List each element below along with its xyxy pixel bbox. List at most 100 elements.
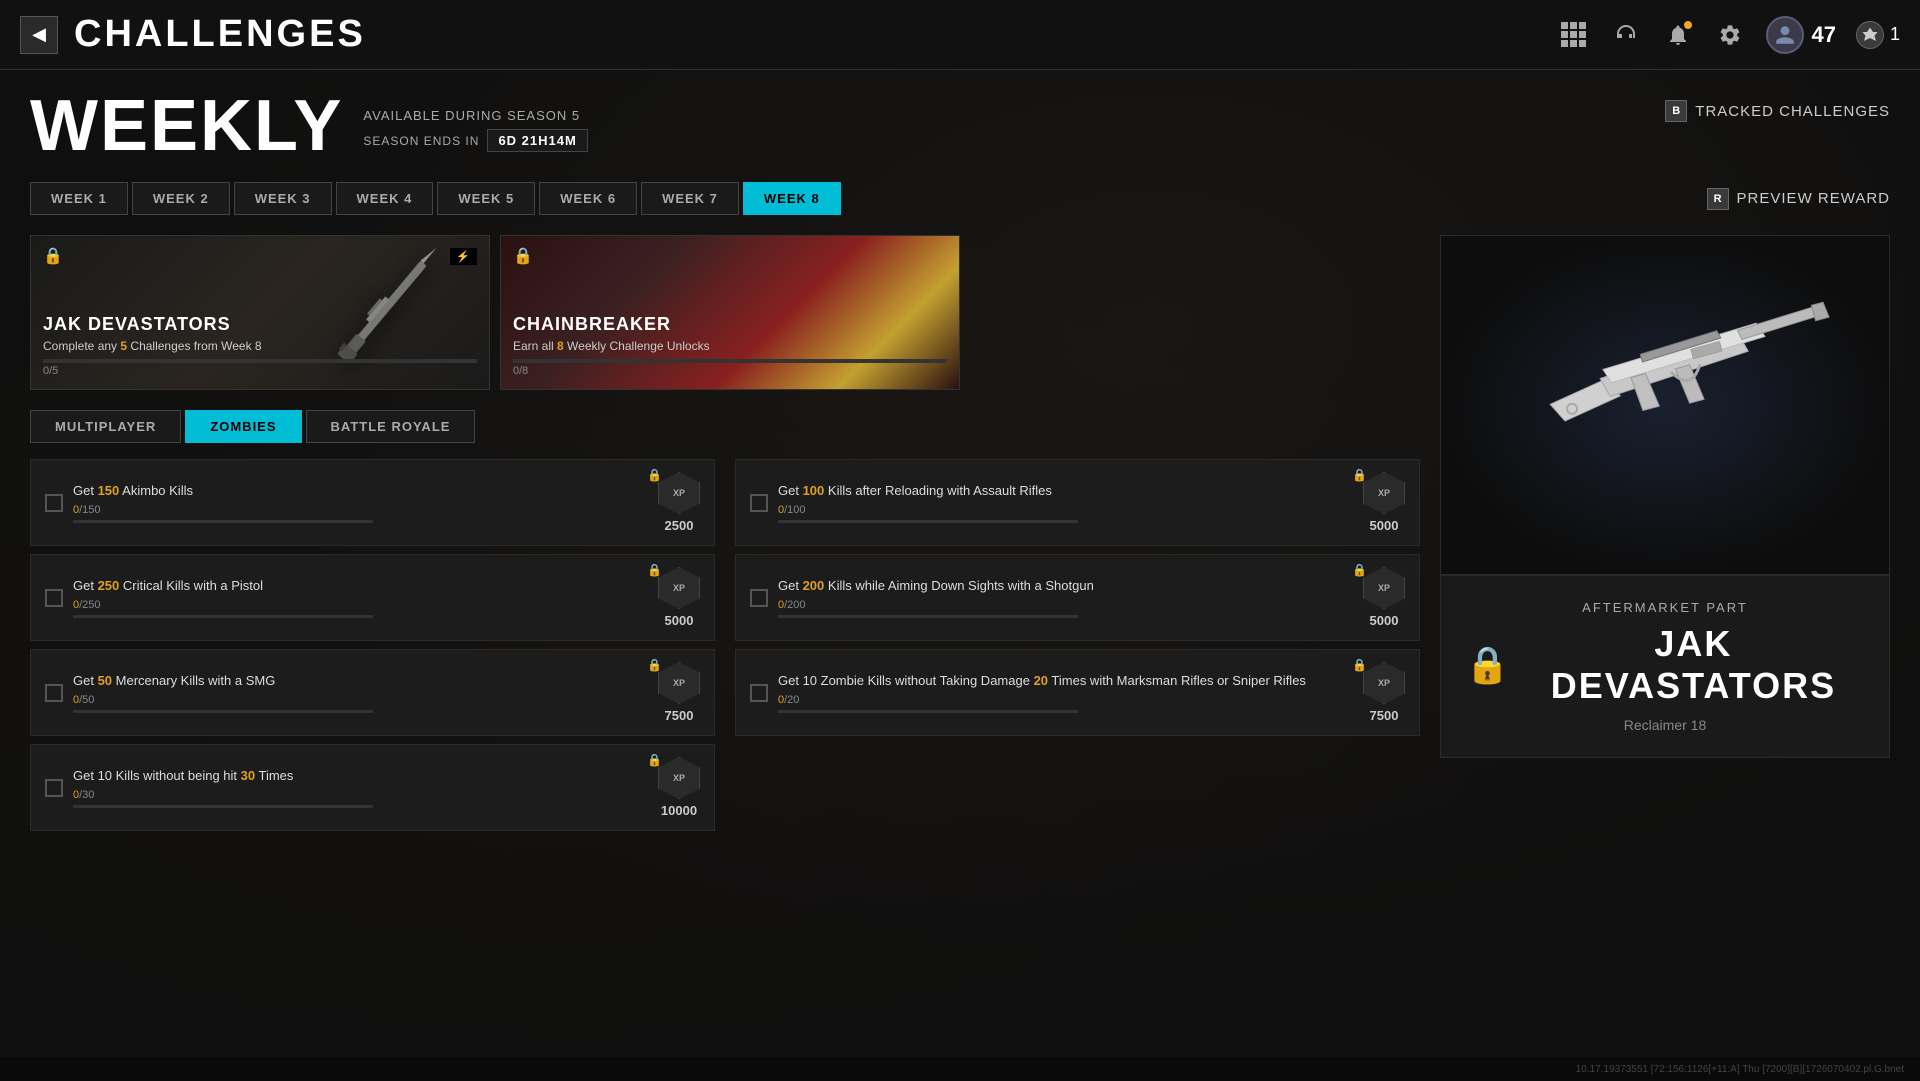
challenge-lock-2: 🔒: [647, 563, 662, 577]
weekly-title: WEEKLY: [30, 90, 343, 162]
challenge-checkbox-2[interactable]: [45, 589, 63, 607]
bottom-bar: 10.17.19373551 [72:156:1126[+11:A] Thu […: [0, 1057, 1920, 1081]
challenge-info-2: Get 250 Critical Kills with a Pistol 0/2…: [73, 577, 648, 618]
challenge-item-5: Get 100 Kills after Reloading with Assau…: [735, 459, 1420, 546]
challenge-progress-text-4: 0/30: [73, 789, 648, 801]
page: ◀ CHALLENGES: [0, 0, 1920, 1081]
battle-royale-tab[interactable]: BATTLE ROYALE: [306, 410, 476, 443]
challenge-xp-area-4: 🔒 XP 10000: [658, 757, 700, 818]
week-tab-4[interactable]: WEEK 4: [336, 182, 434, 215]
xp-amount-1: 2500: [665, 518, 694, 533]
reward-card-chainbreaker[interactable]: 🔒 CHAINBREAKER Earn all 8 Weekly Challen…: [500, 235, 960, 390]
prestige-level: 1: [1890, 24, 1900, 45]
zombies-tab[interactable]: ZOMBIES: [185, 410, 301, 443]
challenge-title-3: Get 50 Mercenary Kills with a SMG: [73, 672, 648, 690]
amp-badge: ⚡: [450, 248, 477, 265]
week-tab-2[interactable]: WEEK 2: [132, 182, 230, 215]
week-tab-3[interactable]: WEEK 3: [234, 182, 332, 215]
reward-card-jak[interactable]: 🔒: [30, 235, 490, 390]
xp-badge-2: XP: [658, 567, 700, 609]
challenge-checkbox-6[interactable]: [750, 589, 768, 607]
season-info: AVAILABLE DURING SEASON 5 SEASON ENDS IN…: [363, 108, 587, 152]
xp-amount-3: 7500: [665, 708, 694, 723]
weekly-title-section: WEEKLY AVAILABLE DURING SEASON 5 SEASON …: [30, 90, 588, 162]
player-avatar: [1766, 16, 1804, 54]
challenge-progress-bar-5: [778, 520, 1078, 523]
challenge-progress-bar-3: [73, 710, 373, 713]
debug-text: 10.17.19373551 [72:156:1126[+11:A] Thu […: [1576, 1064, 1904, 1075]
page-title: CHALLENGES: [74, 13, 366, 56]
week-tab-7[interactable]: WEEK 7: [641, 182, 739, 215]
week-tab-5[interactable]: WEEK 5: [437, 182, 535, 215]
grid-menu-icon[interactable]: [1558, 19, 1590, 51]
preview-reward-button[interactable]: R PREVIEW REWARD: [1707, 188, 1890, 210]
season-timer: 6d 21h14m: [487, 129, 587, 152]
xp-amount-4: 10000: [661, 803, 697, 818]
challenge-xp-area-1: 🔒 XP 2500: [658, 472, 700, 533]
back-button[interactable]: ◀: [20, 16, 58, 54]
xp-badge-1: XP: [658, 472, 700, 514]
settings-icon[interactable]: [1714, 19, 1746, 51]
xp-amount-2: 5000: [665, 613, 694, 628]
challenge-item-3: Get 50 Mercenary Kills with a SMG 0/50: [30, 649, 715, 736]
challenge-info-1: Get 150 Akimbo Kills 0/150: [73, 482, 648, 523]
season-available: AVAILABLE DURING SEASON 5: [363, 108, 587, 123]
reward-card-1-title: JAK DEVASTATORS: [43, 314, 477, 335]
challenge-progress-bar-7: [778, 710, 1078, 713]
reward-card-1-progress-bar: [43, 359, 477, 363]
challenge-info-7: Get 10 Zombie Kills without Taking Damag…: [778, 672, 1353, 713]
weapon-sub: Reclaimer 18: [1465, 717, 1865, 733]
challenge-progress-bar-4: [73, 805, 373, 808]
challenge-title-4: Get 10 Kills without being hit 30 Times: [73, 767, 648, 785]
reward-card-1-content: JAK DEVASTATORS Complete any 5 Challenge…: [43, 314, 477, 377]
challenge-title-7: Get 10 Zombie Kills without Taking Damag…: [778, 672, 1353, 690]
xp-badge-6: XP: [1363, 567, 1405, 609]
challenge-item-6: Get 200 Kills while Aiming Down Sights w…: [735, 554, 1420, 641]
xp-badge-3: XP: [658, 662, 700, 704]
challenge-xp-area-7: 🔒 XP 7500: [1363, 662, 1405, 723]
aftermarket-label: AFTERMARKET PART: [1465, 600, 1865, 615]
notification-dot: [1684, 21, 1692, 29]
reward-card-2-progress-bar: [513, 359, 947, 363]
prestige-icon: [1856, 21, 1884, 49]
week-tab-8[interactable]: WEEK 8: [743, 182, 841, 215]
reward-card-2-content: CHAINBREAKER Earn all 8 Weekly Challenge…: [513, 314, 947, 377]
challenge-checkbox-3[interactable]: [45, 684, 63, 702]
challenge-lock-7: 🔒: [1352, 658, 1367, 672]
xp-badge-5: XP: [1363, 472, 1405, 514]
week-tab-1[interactable]: WEEK 1: [30, 182, 128, 215]
back-icon: ◀: [32, 24, 46, 45]
preview-reward-label: PREVIEW REWARD: [1737, 190, 1890, 207]
challenge-lock-3: 🔒: [647, 658, 662, 672]
challenge-checkbox-7[interactable]: [750, 684, 768, 702]
challenge-xp-area-2: 🔒 XP 5000: [658, 567, 700, 628]
reward-card-1-progress-text: 0/5: [43, 365, 477, 377]
tracked-challenges-button[interactable]: B TRACKED CHALLENGES: [1665, 100, 1890, 122]
challenge-progress-text-7: 0/20: [778, 694, 1353, 706]
week-tab-6[interactable]: WEEK 6: [539, 182, 637, 215]
week-tabs: WEEK 1 WEEK 2 WEEK 3 WEEK 4 WEEK 5 WEEK …: [30, 182, 1890, 215]
notification-icon[interactable]: [1662, 19, 1694, 51]
challenge-progress-text-2: 0/250: [73, 599, 648, 611]
b-key: B: [1665, 100, 1687, 122]
challenge-xp-area-6: 🔒 XP 5000: [1363, 567, 1405, 628]
challenge-progress-bar-6: [778, 615, 1078, 618]
challenge-checkbox-4[interactable]: [45, 779, 63, 797]
multiplayer-tab[interactable]: MULTIPLAYER: [30, 410, 181, 443]
season-ends-label: SEASON ENDS IN: [363, 134, 479, 148]
headset-icon[interactable]: [1610, 19, 1642, 51]
challenge-title-6: Get 200 Kills while Aiming Down Sights w…: [778, 577, 1353, 595]
xp-badge-4: XP: [658, 757, 700, 799]
challenge-progress-text-3: 0/50: [73, 694, 648, 706]
challenge-progress-text-1: 0/150: [73, 504, 648, 516]
challenge-item-1: Get 150 Akimbo Kills 0/150 🔒: [30, 459, 715, 546]
challenge-lock-6: 🔒: [1352, 563, 1367, 577]
challenge-checkbox-5[interactable]: [750, 494, 768, 512]
challenge-item-4: Get 10 Kills without being hit 30 Times …: [30, 744, 715, 831]
challenge-progress-text-5: 0/100: [778, 504, 1353, 516]
challenge-checkbox-1[interactable]: [45, 494, 63, 512]
challenge-progress-bar-2: [73, 615, 373, 618]
challenge-lock-4: 🔒: [647, 753, 662, 767]
challenge-title-1: Get 150 Akimbo Kills: [73, 482, 648, 500]
weapon-info-panel: AFTERMARKET PART 🔒 JAK DEVASTATORS Recla…: [1440, 575, 1890, 758]
